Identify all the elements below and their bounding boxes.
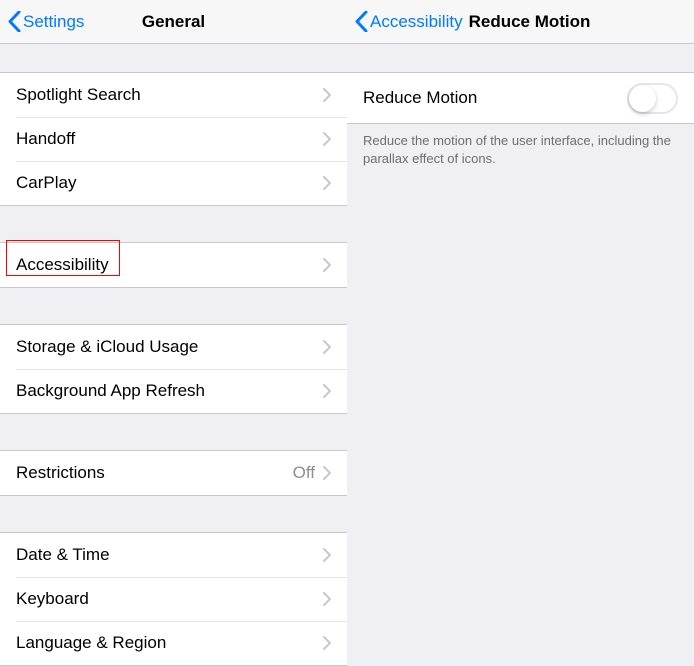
row-handoff[interactable]: Handoff <box>0 117 347 161</box>
navbar: Settings General <box>0 0 347 44</box>
chevron-left-icon <box>8 11 21 32</box>
row-label: Reduce Motion <box>363 88 627 108</box>
row-value: Off <box>293 463 315 483</box>
chevron-left-icon <box>355 11 368 32</box>
navbar: Accessibility Reduce Motion <box>347 0 694 44</box>
settings-group-4: Restrictions Off <box>0 450 347 496</box>
row-keyboard[interactable]: Keyboard <box>0 577 347 621</box>
row-label: Storage & iCloud Usage <box>16 337 323 357</box>
settings-group-1: Spotlight Search Handoff CarPlay <box>0 72 347 206</box>
reduce-motion-pane: Accessibility Reduce Motion Reduce Motio… <box>347 0 694 600</box>
chevron-right-icon <box>323 132 331 146</box>
row-background-app-refresh[interactable]: Background App Refresh <box>0 369 347 413</box>
row-label: Accessibility <box>16 255 323 275</box>
row-carplay[interactable]: CarPlay <box>0 161 347 205</box>
toggle-knob <box>629 85 656 112</box>
back-label: Settings <box>23 13 84 30</box>
chevron-right-icon <box>323 548 331 562</box>
back-label: Accessibility <box>370 13 463 30</box>
row-language-region[interactable]: Language & Region <box>0 621 347 665</box>
row-label: Keyboard <box>16 589 323 609</box>
row-restrictions[interactable]: Restrictions Off <box>0 451 347 495</box>
row-label: Handoff <box>16 129 323 149</box>
row-label: Spotlight Search <box>16 85 323 105</box>
back-button[interactable]: Settings <box>8 11 84 32</box>
chevron-right-icon <box>323 592 331 606</box>
row-date-time[interactable]: Date & Time <box>0 533 347 577</box>
footer-description: Reduce the motion of the user interface,… <box>347 124 694 175</box>
reduce-motion-toggle[interactable] <box>627 83 678 114</box>
chevron-right-icon <box>323 636 331 650</box>
general-settings-pane: Settings General Spotlight Search Handof… <box>0 0 347 600</box>
row-reduce-motion[interactable]: Reduce Motion <box>347 73 694 123</box>
settings-group-3: Storage & iCloud Usage Background App Re… <box>0 324 347 414</box>
chevron-right-icon <box>323 384 331 398</box>
row-label: Language & Region <box>16 633 323 653</box>
settings-group-5: Date & Time Keyboard Language & Region <box>0 532 347 666</box>
row-storage-icloud[interactable]: Storage & iCloud Usage <box>0 325 347 369</box>
chevron-right-icon <box>323 258 331 272</box>
back-button[interactable]: Accessibility <box>355 11 463 32</box>
row-accessibility[interactable]: Accessibility <box>0 243 347 287</box>
page-title: Reduce Motion <box>469 12 591 32</box>
row-label: Restrictions <box>16 463 293 483</box>
row-label: CarPlay <box>16 173 323 193</box>
chevron-right-icon <box>323 176 331 190</box>
settings-group-2: Accessibility <box>0 242 347 288</box>
row-label: Date & Time <box>16 545 323 565</box>
row-label: Background App Refresh <box>16 381 323 401</box>
row-spotlight-search[interactable]: Spotlight Search <box>0 73 347 117</box>
reduce-motion-group: Reduce Motion <box>347 72 694 124</box>
chevron-right-icon <box>323 340 331 354</box>
chevron-right-icon <box>323 466 331 480</box>
chevron-right-icon <box>323 88 331 102</box>
